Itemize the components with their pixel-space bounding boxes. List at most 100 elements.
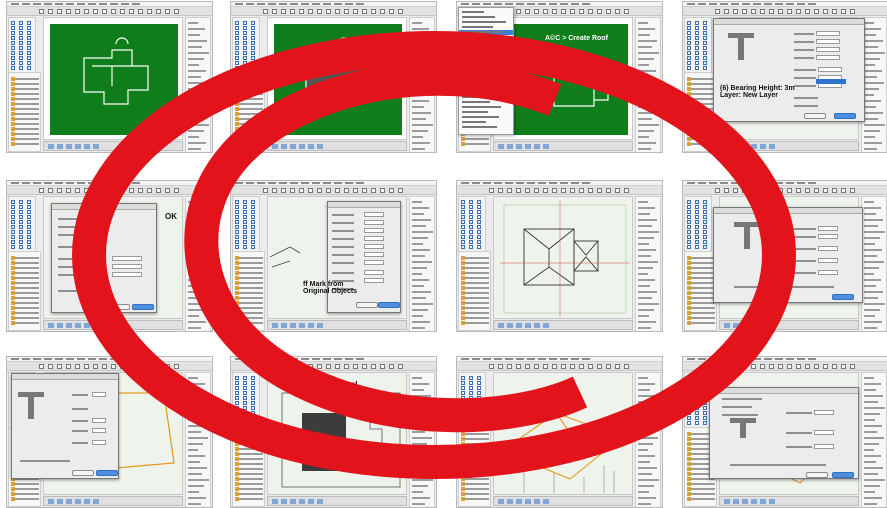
menu-item — [720, 182, 728, 184]
tool-icon — [687, 66, 691, 70]
status-button — [534, 323, 540, 328]
menu-item — [731, 3, 739, 5]
tool-icon — [251, 46, 255, 50]
toolbar-button — [129, 188, 134, 193]
info-row — [412, 34, 424, 36]
ok-button[interactable] — [832, 472, 854, 478]
info-row — [188, 207, 205, 209]
tool-icon — [695, 36, 699, 40]
toolbar-button — [317, 9, 322, 14]
toolbar-button — [787, 9, 792, 14]
toolbar-button — [525, 188, 530, 193]
toolbar-button — [805, 364, 810, 369]
toolbar-button — [796, 9, 801, 14]
toolbar-button — [156, 364, 161, 369]
ok-button[interactable] — [832, 294, 854, 300]
menu-item — [121, 3, 129, 5]
menu-item — [698, 3, 706, 5]
info-row — [188, 58, 204, 60]
tool-icon — [243, 411, 247, 415]
cancel-button[interactable] — [108, 304, 130, 310]
status-button — [516, 499, 522, 504]
menu-item — [55, 3, 63, 5]
menu-item — [77, 182, 85, 184]
screenshot-panel-5: OK — [6, 180, 213, 332]
info-row — [638, 503, 651, 505]
resource-item — [11, 266, 39, 270]
dialog-field — [364, 278, 384, 283]
status-button — [769, 323, 775, 328]
info-row — [412, 315, 423, 317]
menu-item — [516, 182, 524, 184]
cancel-button[interactable] — [72, 470, 94, 476]
cancel-button[interactable] — [356, 302, 378, 308]
menu-item — [786, 3, 794, 5]
resource-item — [687, 92, 715, 96]
menu-item — [345, 3, 353, 5]
resource-item — [687, 256, 715, 260]
dialog-label — [786, 432, 812, 434]
tool-icon — [11, 245, 15, 249]
ok-button[interactable] — [96, 470, 118, 476]
toolbar-button — [120, 188, 125, 193]
info-row — [864, 327, 877, 329]
resource-item — [235, 301, 263, 305]
resource-item — [461, 281, 489, 285]
status-button — [760, 144, 766, 149]
menu-item — [720, 3, 728, 5]
info-row — [188, 279, 205, 281]
info-row — [638, 70, 656, 72]
resource-item — [11, 92, 39, 96]
cancel-button[interactable] — [806, 472, 828, 478]
tool-icon — [235, 240, 239, 244]
tool-icon — [251, 210, 255, 214]
resource-item — [687, 311, 715, 315]
resource-item — [461, 276, 489, 280]
ok-button[interactable] — [132, 304, 154, 310]
info-row — [864, 201, 874, 203]
screenshot-panel-9 — [6, 356, 213, 508]
toolbar-button — [48, 364, 53, 369]
resource-item — [461, 286, 489, 290]
toolbar-button — [814, 188, 819, 193]
info-row — [412, 419, 423, 421]
toolbar-button — [326, 364, 331, 369]
ok-button[interactable] — [834, 113, 856, 119]
tool-icon — [11, 26, 15, 30]
info-row — [412, 207, 429, 209]
status-button — [507, 323, 513, 328]
menu-item — [494, 182, 502, 184]
resource-item — [11, 306, 39, 310]
dialog-label — [794, 57, 814, 59]
cancel-button[interactable] — [804, 113, 826, 119]
menu-item — [687, 3, 695, 5]
status-button — [733, 499, 739, 504]
tool-icon — [11, 235, 15, 239]
tool-icon — [695, 215, 699, 219]
dialog-label — [794, 49, 814, 51]
tool-icon — [687, 396, 691, 400]
info-row — [864, 94, 874, 96]
info-row — [864, 261, 884, 263]
toolbar-button — [147, 364, 152, 369]
info-row — [864, 255, 877, 257]
menu-item — [235, 182, 243, 184]
menu-item — [44, 182, 52, 184]
resource-item — [461, 301, 489, 305]
tool-icon — [243, 51, 247, 55]
tool-icon — [703, 230, 707, 234]
tool-icon — [251, 416, 255, 420]
menu-item — [582, 182, 590, 184]
resource-item — [461, 472, 489, 476]
resource-item — [687, 281, 715, 285]
toolbar-button — [344, 188, 349, 193]
roof-face-dialog — [713, 207, 863, 303]
resource-item — [235, 142, 263, 146]
screenshot-panel-1 — [6, 1, 213, 153]
info-row — [188, 303, 209, 305]
ok-button[interactable] — [378, 302, 400, 308]
toolbar-button — [165, 188, 170, 193]
info-row — [638, 64, 649, 66]
menu-item — [472, 3, 480, 5]
tool-icon — [27, 51, 31, 55]
